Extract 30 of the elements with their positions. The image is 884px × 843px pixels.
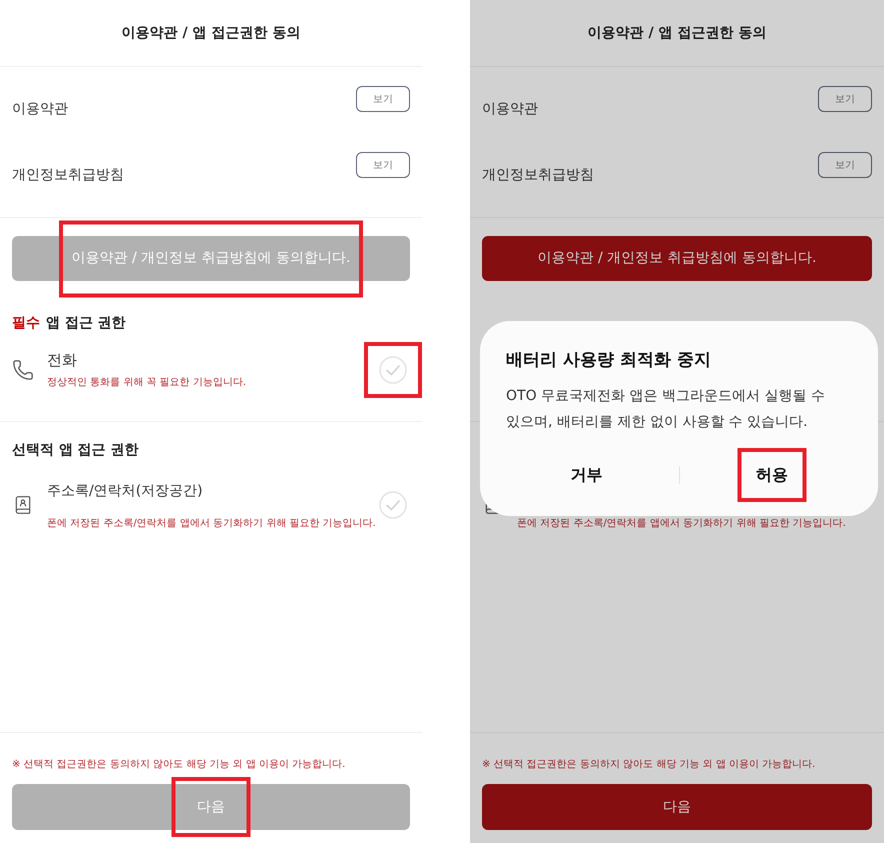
dialog-button[interactable]: 허용 [744, 457, 800, 493]
document-label: 이용약관 [12, 100, 68, 119]
phone-icon [12, 358, 34, 380]
next-button[interactable]: 다음 [482, 784, 872, 830]
permission-name: 전화 [47, 350, 78, 370]
notice-text: ※ 선택적 접근권한은 동의하지 않아도 해당 기능 외 앱 이용이 가능합니다. [12, 758, 346, 771]
permission-description: 정상적인 통화를 위해 꼭 필요한 기능입니다. [47, 376, 248, 389]
view-button[interactable]: 보기 [356, 152, 410, 178]
document-label: 이용약관 [482, 100, 538, 119]
view-button[interactable]: 보기 [818, 152, 872, 178]
required-tag: 필수 [12, 312, 40, 334]
dialog-title: 배터리 사용량 최적화 중지 [506, 349, 712, 372]
permission-description: 폰에 저장된 주소록/연락처를 앱에서 동기화하기 위해 필요한 기능입니다. [517, 517, 847, 530]
view-button[interactable]: 보기 [818, 86, 872, 112]
permission-description: 폰에 저장된 주소록/연락처를 앱에서 동기화하기 위해 필요한 기능입니다. [47, 517, 377, 530]
check-circle-icon[interactable] [379, 356, 407, 384]
check-circle-icon[interactable] [379, 491, 407, 519]
screen-title: 이용약관 / 앱 접근권한 동의 [122, 24, 300, 42]
document-label: 개인정보취급방침 [12, 166, 124, 185]
notice-text: ※ 선택적 접근권한은 동의하지 않아도 해당 기능 외 앱 이용이 가능합니다. [482, 758, 816, 771]
dialog-message: OTO 무료국제전화 앱은 백그라운드에서 실행될 수 있으며, 배터리를 제한 없이 사용할 수 있습니다. [506, 387, 826, 432]
agree-button[interactable]: 이용약관 / 개인정보 취급방침에 동의합니다. [482, 236, 872, 281]
section-title: 선택적 앱 접근 권한 [12, 441, 139, 460]
document-label: 개인정보취급방침 [482, 166, 594, 185]
contact-book-icon [13, 495, 33, 515]
view-button[interactable]: 보기 [356, 86, 410, 112]
section-title: 앱 접근 권한 [46, 314, 126, 333]
dialog-button[interactable]: 거부 [558, 457, 614, 493]
screen-title: 이용약관 / 앱 접근권한 동의 [588, 24, 766, 42]
permission-name: 주소록/연락처(저장공간) [47, 482, 204, 501]
